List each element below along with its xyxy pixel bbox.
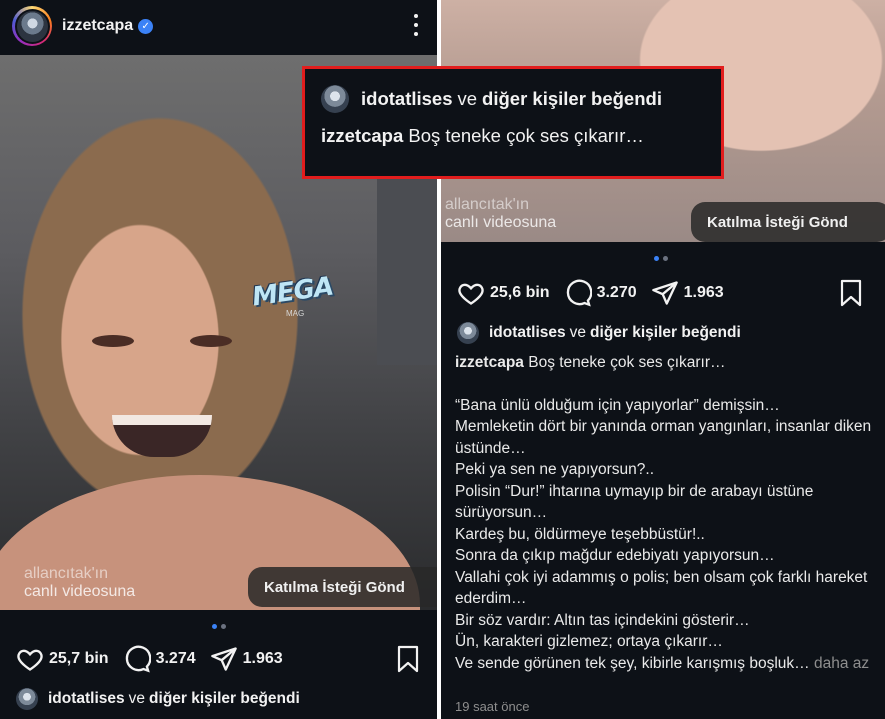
liked-by-others: diğer kişiler beğendi [482,88,662,109]
join-request-button[interactable]: Katılma İsteği Gönd [248,567,437,607]
liker-username: idotatlises [361,88,453,109]
bookmark-icon[interactable] [839,279,863,312]
carousel-dots [212,624,226,629]
watermark-logo: MEGA [250,271,335,313]
send-icon [651,281,678,305]
action-bar: 25,7 bin 3.274 1.963 [16,645,297,673]
comment-button[interactable]: 3.270 [564,279,637,307]
share-button[interactable]: 1.963 [651,279,724,307]
callout-text: Boş teneke çok ses çıkarır… [408,125,644,146]
caption-username[interactable]: izzetcapa [455,354,524,371]
post-username[interactable]: izzetcapa [62,17,133,35]
avatar[interactable] [12,6,52,46]
liker-username[interactable]: idotatlises [48,690,125,708]
caption-line: Kardeş bu, öldürmeye teşebbüstür!.. [455,525,705,543]
post-caption: izzetcapa Boş teneke çok ses çıkarır… “B… [455,352,880,674]
live-caption: allancıtak'ın canlı videosuna [445,196,557,231]
liker-avatar [457,322,479,344]
liked-by: idotatlises ve diğer kişiler beğendi [16,688,300,710]
liked-by-others[interactable]: diğer kişiler beğendi [149,690,300,708]
highlight-callout: idotatlises ve diğer kişiler beğendi izz… [302,66,724,179]
liker-avatar [321,85,349,113]
heart-icon [17,649,43,671]
caption-line: Bir söz vardır: Altın tas içindekini gös… [455,611,750,629]
liker-username[interactable]: idotatlises [489,324,566,342]
caption-line: Ve sende görünen tek şey, kibirle karışm… [455,654,810,672]
like-button[interactable]: 25,7 bin [16,645,109,673]
caption-line: Ün, karakteri gizlemez; ortaya çıkarır… [455,633,723,650]
carousel-dots [654,256,668,261]
liked-by: idotatlises ve diğer kişiler beğendi [457,322,741,344]
comment-count: 3.274 [155,650,196,667]
bookmark-icon[interactable] [396,645,420,678]
share-button[interactable]: 1.963 [210,645,283,673]
share-count: 1.963 [242,650,283,667]
post-header: izzetcapa ✓ [0,0,437,52]
caption-line: Memleketin dört bir yanında orman yangın… [455,418,872,457]
liked-by-others[interactable]: diğer kişiler beğendi [590,324,741,342]
share-count: 1.963 [683,284,724,301]
action-bar: 25,6 bin 3.270 1.963 [457,279,738,307]
caption-line: Sonra da çıkıp mağdur edebiyatı yapıyors… [455,547,775,564]
live-caption: allancıtak'ın canlı videosuna [24,565,136,600]
liker-avatar [16,688,38,710]
more-options-icon[interactable] [413,14,419,36]
heart-icon [458,283,484,305]
caption-first-line: Boş teneke çok ses çıkarır… [528,354,726,371]
caption-line: Peki ya sen ne yapıyorsun?.. [455,461,655,478]
like-count: 25,6 bin [490,284,550,301]
join-request-button[interactable]: Katılma İsteği Gönd [691,202,885,242]
like-button[interactable]: 25,6 bin [457,279,550,307]
comment-count: 3.270 [596,284,637,301]
like-count: 25,7 bin [49,650,109,667]
watermark-sub: MAG [286,309,305,318]
show-less-link[interactable]: daha az [814,655,869,672]
caption-line: Polisin “Dur!” ihtarına uymayıp bir de a… [455,482,814,522]
post-timestamp: 19 saat önce [455,699,530,714]
send-icon [210,647,237,671]
comment-icon [566,279,592,307]
verified-badge-icon: ✓ [138,18,154,34]
caption-username: izzetcapa [321,125,404,146]
caption-line: Vallahi çok iyi adammış o polis; ben ols… [455,568,868,608]
caption-line: “Bana ünlü olduğum için yapıyorlar” demi… [455,396,780,414]
comment-button[interactable]: 3.274 [123,645,196,673]
comment-icon [125,645,151,673]
